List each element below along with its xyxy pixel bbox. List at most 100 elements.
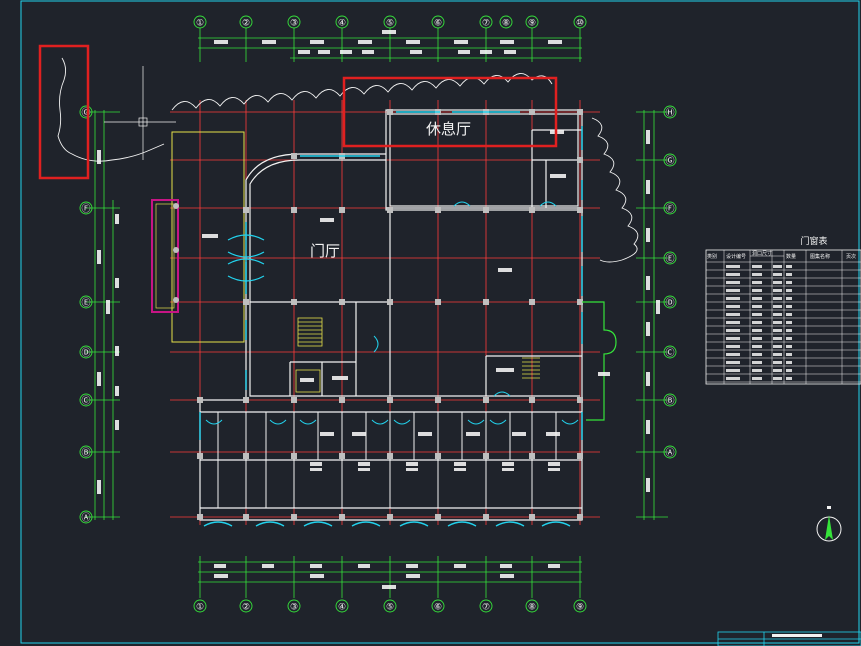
svg-text:Ⓐ: Ⓐ <box>81 513 90 524</box>
column <box>291 299 297 305</box>
svg-text:Ⓗ: Ⓗ <box>665 108 674 119</box>
column <box>387 207 393 213</box>
column <box>529 453 535 459</box>
svg-text:⑥: ⑥ <box>434 603 442 613</box>
column <box>483 397 489 403</box>
schedule-cell-mark <box>773 377 782 380</box>
planter-post <box>173 203 179 209</box>
svg-text:⑨: ⑨ <box>576 603 584 613</box>
column <box>339 207 345 213</box>
column <box>529 109 535 115</box>
schedule-cell-mark <box>786 281 792 284</box>
column <box>387 397 393 403</box>
column <box>197 514 203 520</box>
column <box>435 207 441 213</box>
column <box>291 153 297 159</box>
schedule-cell-mark <box>726 361 740 364</box>
svg-text:①: ① <box>196 19 204 29</box>
column <box>577 397 583 403</box>
svg-text:②: ② <box>242 603 250 613</box>
schedule-cell-mark <box>786 377 792 380</box>
column <box>291 514 297 520</box>
svg-text:⑧: ⑧ <box>502 19 510 29</box>
axis-bubble-right: Ⓕ <box>663 201 677 215</box>
schedule-cell-mark <box>773 361 782 364</box>
schedule-cell-mark <box>773 297 782 300</box>
schedule-cell-mark <box>726 345 740 348</box>
schedule-cell-mark <box>773 305 782 308</box>
schedule-cell-mark <box>786 265 792 268</box>
svg-text:Ⓒ: Ⓒ <box>81 396 90 407</box>
schedule-cell-mark <box>726 353 740 356</box>
axis-bubble-right: Ⓔ <box>663 251 677 265</box>
column <box>339 299 345 305</box>
column <box>529 207 535 213</box>
svg-text:⑧: ⑧ <box>528 603 536 613</box>
schedule-cell-mark <box>773 345 782 348</box>
schedule-cell-mark <box>773 281 782 284</box>
schedule-cell-mark <box>786 329 792 332</box>
column <box>577 109 583 115</box>
schedule-cell-mark <box>752 297 762 300</box>
schedule-cell-mark <box>773 321 782 324</box>
svg-text:Ⓖ: Ⓖ <box>665 156 674 167</box>
axis-bubble-left: Ⓖ <box>79 105 93 119</box>
column <box>577 514 583 520</box>
axis-bubble-right: Ⓐ <box>663 445 677 459</box>
column <box>387 299 393 305</box>
schedule-cell-mark <box>726 377 740 380</box>
svg-text:①: ① <box>196 603 204 613</box>
schedule-header-atlas: 图集名称 <box>810 253 830 260</box>
svg-text:Ⓑ: Ⓑ <box>81 448 90 459</box>
schedule-cell-mark <box>752 265 762 268</box>
planter-post <box>173 247 179 253</box>
svg-text:⑤: ⑤ <box>386 19 394 29</box>
column <box>577 453 583 459</box>
svg-text:④: ④ <box>338 19 346 29</box>
column <box>435 514 441 520</box>
schedule-cell-mark <box>752 313 762 316</box>
schedule-title: 门窗表 <box>800 235 827 247</box>
svg-text:Ⓕ: Ⓕ <box>81 204 90 215</box>
room-label-lobby: 门厅 <box>310 242 340 260</box>
schedule-cell-mark <box>786 337 792 340</box>
column <box>243 397 249 403</box>
column <box>577 207 583 213</box>
column <box>483 514 489 520</box>
svg-text:⑥: ⑥ <box>434 19 442 29</box>
axis-bubble-left: Ⓔ <box>79 295 93 309</box>
schedule-cell-mark <box>752 337 762 340</box>
schedule-cell-mark <box>786 361 792 364</box>
schedule-cell-mark <box>786 297 792 300</box>
schedule-header-category: 类别 <box>707 253 717 260</box>
schedule-cell-mark <box>752 321 762 324</box>
schedule-cell-mark <box>773 353 782 356</box>
column <box>435 299 441 305</box>
column <box>483 453 489 459</box>
axis-bubble-left: Ⓓ <box>79 345 93 359</box>
schedule-cell-mark <box>786 313 792 316</box>
schedule-cell-mark <box>752 289 762 292</box>
column <box>339 514 345 520</box>
axis-bubble-left: Ⓒ <box>79 393 93 407</box>
svg-text:Ⓑ: Ⓑ <box>665 396 674 407</box>
axis-bubble-left: Ⓑ <box>79 445 93 459</box>
schedule-cell-mark <box>773 329 782 332</box>
schedule-cell-mark <box>726 289 740 292</box>
column <box>339 453 345 459</box>
schedule-cell-mark <box>726 321 740 324</box>
axis-bubble-right: Ⓗ <box>663 105 677 119</box>
cad-floor-plan: ① ② ③ ④ ⑤ ⑥ ⑦ ⑧ ⑨ ⑩ ① ② ③ ④ ⑤ ⑥ ⑦ ⑧ ⑨ Ⓖ Ⓕ Ⓔ Ⓓ Ⓒ Ⓑ Ⓐ Ⓗ Ⓖ Ⓕ Ⓔ Ⓓ Ⓒ Ⓑ Ⓐ <box>0 0 861 646</box>
svg-text:Ⓓ: Ⓓ <box>665 298 674 309</box>
svg-text:⑦: ⑦ <box>482 603 490 613</box>
axis-bubble-right: Ⓖ <box>663 153 677 167</box>
axis-bubble-left: Ⓕ <box>79 201 93 215</box>
column <box>243 299 249 305</box>
column <box>243 453 249 459</box>
column <box>483 207 489 213</box>
planter-post <box>173 297 179 303</box>
schedule-cell-mark <box>752 281 762 284</box>
svg-text:⑦: ⑦ <box>482 19 490 29</box>
schedule-cell-mark <box>726 297 740 300</box>
schedule-cell-mark <box>752 345 762 348</box>
